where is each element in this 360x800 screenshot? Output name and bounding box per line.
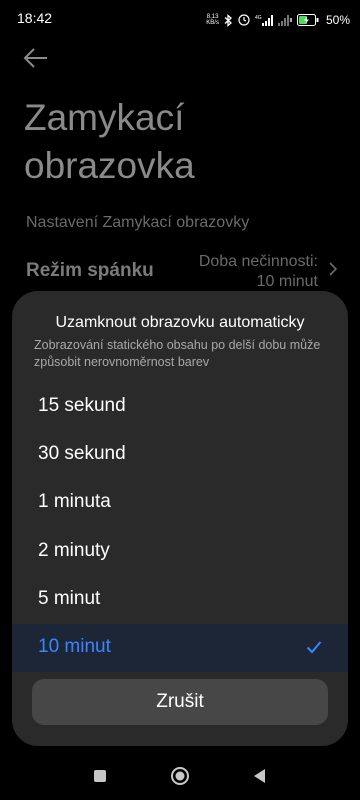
- sleep-mode-value-line1: Doba nečinnosti:: [198, 253, 318, 270]
- option-label: 15 sekund: [38, 395, 126, 416]
- chevron-right-icon: [329, 262, 338, 276]
- option-2-minutes[interactable]: 2 minuty: [12, 528, 348, 576]
- navigation-bar: [0, 752, 360, 800]
- option-label: 10 minut: [38, 636, 111, 657]
- network-speed-unit: KB/s: [206, 20, 219, 26]
- option-15-seconds[interactable]: 15 sekund: [12, 383, 348, 431]
- cancel-button[interactable]: Zrušit: [32, 679, 328, 725]
- option-10-minutes[interactable]: 10 minut: [12, 624, 348, 672]
- status-icons: 8,13 KB/s 4G 50%: [206, 12, 350, 28]
- dialog-description: Zobrazování statického obsahu po delší d…: [34, 338, 321, 369]
- status-bar: 18:42 8,13 KB/s 4G 50%: [0, 0, 360, 38]
- section-header: Nastavení Zamykací obrazovky: [26, 214, 250, 231]
- back-triangle-icon[interactable]: [250, 766, 270, 786]
- option-1-minute[interactable]: 1 minuta: [12, 479, 348, 527]
- signal-icon: 4G: [255, 15, 273, 26]
- dialog-title: Uzamknout obrazovku automaticky: [55, 314, 305, 331]
- auto-lock-dialog: Uzamknout obrazovku automaticky Zobrazov…: [12, 291, 348, 746]
- battery-icon: [296, 14, 319, 26]
- sleep-mode-title: Režim spánku: [26, 260, 154, 281]
- sleep-mode-value: Doba nečinnosti: 10 minut: [199, 252, 318, 292]
- option-label: 1 minuta: [38, 491, 111, 512]
- back-arrow-icon[interactable]: [22, 46, 50, 70]
- home-circle-icon[interactable]: [170, 766, 190, 786]
- bluetooth-icon: [224, 13, 232, 27]
- option-30-seconds[interactable]: 30 sekund: [12, 431, 348, 479]
- option-label: 5 minut: [38, 588, 101, 609]
- alarm-icon: [238, 14, 250, 26]
- option-5-minutes[interactable]: 5 minut: [12, 576, 348, 624]
- svg-text:4G: 4G: [255, 15, 262, 21]
- status-time: 18:42: [17, 10, 53, 26]
- option-label: 30 sekund: [38, 443, 126, 464]
- battery-percentage: 50%: [325, 13, 350, 27]
- checkmark-icon: [306, 641, 322, 654]
- sleep-mode-value-line2: 10 minut: [256, 273, 318, 290]
- recents-square-icon[interactable]: [90, 766, 110, 786]
- signal-icon: [277, 15, 292, 26]
- network-speed: 8,13 KB/s: [206, 14, 219, 26]
- option-label: 2 minuty: [38, 540, 110, 561]
- page-title: Zamykací obrazovka: [24, 97, 195, 186]
